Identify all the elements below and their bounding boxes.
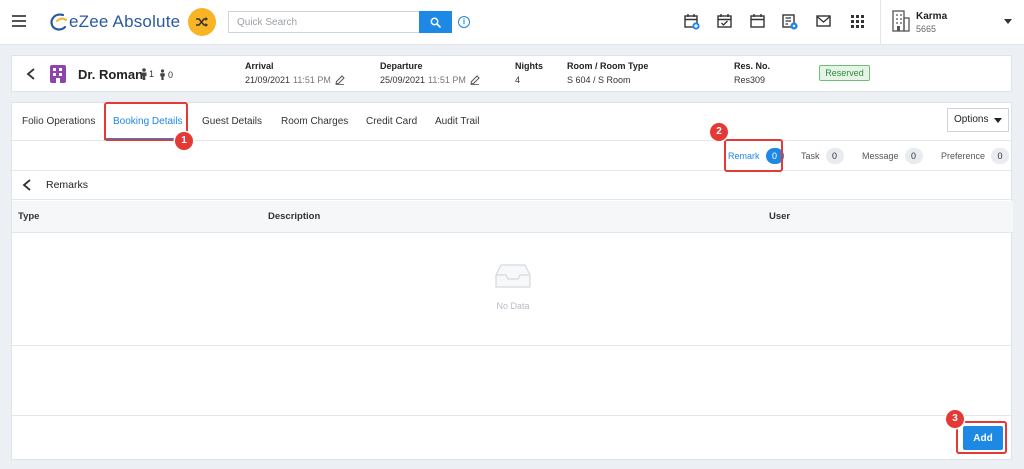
tab-folio-operations[interactable]: Folio Operations: [22, 116, 95, 127]
ezee-logo-icon: [49, 12, 67, 32]
tab-audit-trail[interactable]: Audit Trail: [435, 116, 479, 127]
info-icon[interactable]: i: [458, 16, 470, 28]
column-header-type[interactable]: Type: [18, 211, 39, 222]
nights-label: Nights: [515, 61, 543, 71]
subtab-remark[interactable]: Remark 0: [728, 148, 784, 164]
chevron-down-icon[interactable]: [1004, 19, 1012, 24]
reservation-summary: Dr. Roman 1 0 Arrival 21/09/2021 11:51 PM…: [11, 55, 1012, 92]
divider: [12, 345, 1013, 346]
guest-name[interactable]: Dr. Roman: [78, 67, 143, 82]
nights-value: 4: [515, 75, 521, 85]
property-code: 5665: [916, 24, 937, 34]
tab-room-charges[interactable]: Room Charges: [281, 116, 348, 127]
departure-value: 25/09/2021 11:51 PM: [380, 75, 480, 85]
search-button[interactable]: [419, 11, 452, 33]
back-arrow-icon[interactable]: [26, 68, 36, 80]
arrival-label: Arrival: [245, 61, 274, 71]
options-dropdown[interactable]: Options: [947, 108, 1009, 132]
adults-count: 1: [140, 68, 154, 80]
back-arrow-icon[interactable]: [22, 179, 32, 191]
search-input[interactable]: [228, 11, 419, 33]
remarks-header: Remarks: [12, 171, 1013, 200]
add-remark-button[interactable]: Add: [963, 426, 1003, 450]
tab-guest-details[interactable]: Guest Details: [202, 116, 262, 127]
departure-label: Departure: [380, 61, 423, 71]
switch-property-button[interactable]: [188, 8, 216, 36]
subtab-message[interactable]: Message 0: [862, 148, 923, 164]
room-type-label: Room / Room Type: [567, 61, 649, 71]
res-no-label: Res. No.: [734, 61, 771, 71]
mail-icon[interactable]: [816, 15, 831, 27]
room-type-value: S 604 / S Room: [567, 75, 631, 85]
header-divider: [880, 0, 881, 45]
tab-bar: Folio Operations Booking Details Guest D…: [12, 103, 1013, 141]
empty-state-text: No Data: [496, 301, 530, 311]
calendar-icon[interactable]: [750, 13, 765, 29]
column-header-user[interactable]: User: [769, 211, 790, 222]
preference-count-badge: 0: [991, 148, 1010, 164]
subtab-bar: Remark 0 Task 0 Message 0 Preference 0: [12, 141, 1013, 171]
options-label: Options: [954, 114, 989, 125]
quick-search: [228, 11, 452, 33]
apps-grid-icon[interactable]: [851, 15, 864, 28]
reservation-panel: Folio Operations Booking Details Guest D…: [11, 102, 1013, 460]
building-icon: [892, 10, 910, 32]
step-marker-2: 2: [710, 123, 728, 141]
subtab-preference[interactable]: Preference 0: [941, 148, 1010, 164]
room-building-icon: [50, 65, 66, 83]
edit-pencil-icon[interactable]: [470, 75, 480, 85]
calendar-check-icon[interactable]: [717, 13, 732, 29]
message-count-badge: 0: [904, 148, 923, 164]
status-badge: Reserved: [819, 65, 870, 81]
child-icon: [160, 69, 165, 80]
remarks-table-header: Type Description User: [12, 201, 1013, 233]
menu-icon[interactable]: [12, 15, 26, 27]
shuffle-icon: [196, 17, 208, 27]
empty-inbox-icon: [495, 264, 531, 288]
adult-icon: [141, 68, 147, 80]
edit-pencil-icon[interactable]: [335, 75, 345, 85]
column-header-description[interactable]: Description: [268, 211, 320, 222]
app-logo[interactable]: eZee Absolute: [49, 11, 180, 33]
subtab-task[interactable]: Task 0: [801, 148, 844, 164]
calendar-settings-icon[interactable]: [782, 13, 798, 30]
arrival-value: 21/09/2021 11:51 PM: [245, 75, 345, 85]
step-marker-3: 3: [946, 410, 964, 428]
res-no-value: Res309: [734, 75, 766, 85]
task-count-badge: 0: [825, 148, 844, 164]
remarks-title: Remarks: [46, 179, 89, 191]
step-marker-1: 1: [175, 132, 193, 150]
children-count: 0: [159, 69, 173, 80]
divider: [12, 415, 1013, 416]
app-name: eZee Absolute: [69, 12, 181, 31]
remark-count-badge: 0: [765, 148, 784, 164]
property-name: Karma: [916, 11, 948, 22]
tab-booking-details[interactable]: Booking Details: [113, 116, 182, 127]
calendar-plus-icon[interactable]: [684, 13, 700, 30]
chevron-down-icon: [994, 118, 1002, 123]
tab-credit-card[interactable]: Credit Card: [366, 116, 417, 127]
top-header: eZee Absolute i: [0, 0, 1024, 45]
active-tab-indicator: [104, 138, 186, 140]
search-icon: [430, 17, 441, 28]
